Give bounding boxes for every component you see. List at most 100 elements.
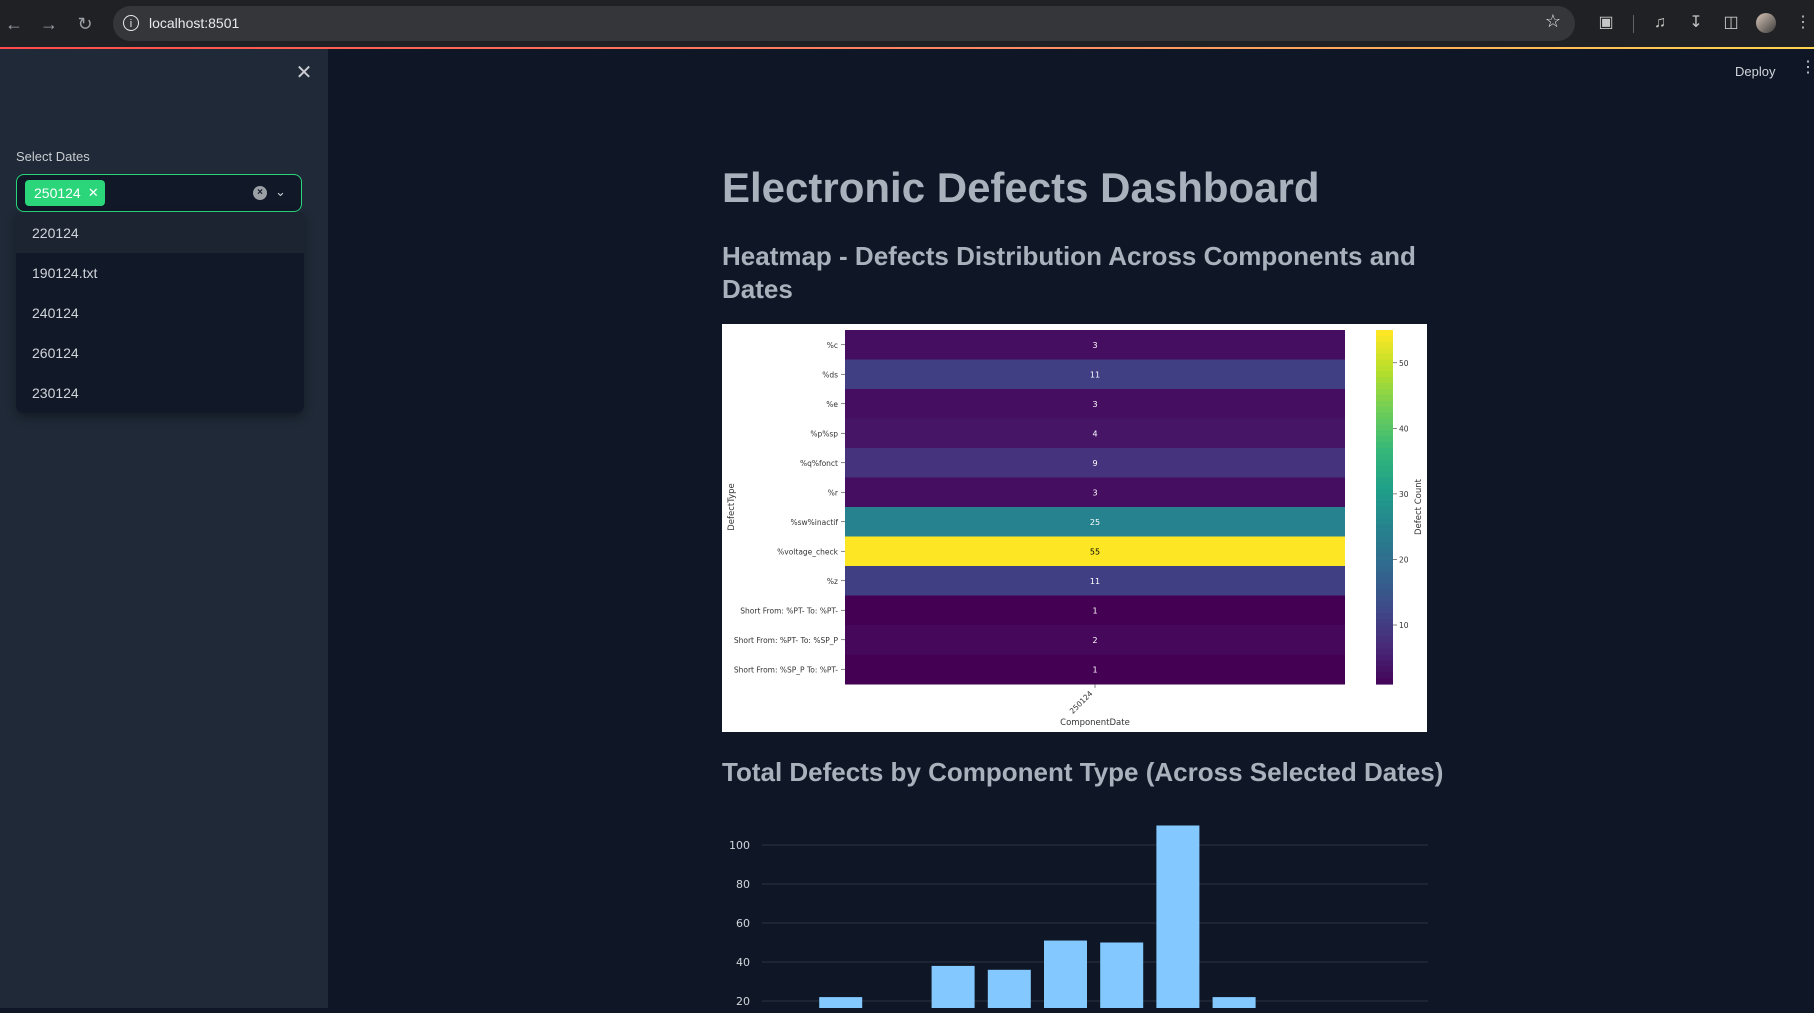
colorbar-segment	[1376, 530, 1393, 538]
colorbar-segment	[1376, 607, 1393, 614]
heatmap-cell-label: 2	[1092, 636, 1097, 645]
heatmap-cell-label: 11	[1090, 370, 1100, 379]
heatmap-row-label: %z	[827, 577, 838, 586]
colorbar-segment	[1376, 654, 1393, 661]
deploy-button[interactable]: Deploy	[1735, 64, 1775, 79]
colorbar-segment	[1376, 518, 1393, 526]
colorbar-segment	[1376, 442, 1393, 449]
dropdown-option[interactable]: 260124	[16, 333, 304, 373]
selected-date-chip[interactable]: 250124 ✕	[25, 180, 105, 206]
colorbar	[1376, 330, 1393, 685]
heatmap-row-label: %p%sp	[810, 429, 838, 438]
colorbar-segment	[1376, 471, 1393, 479]
colorbar-segment	[1376, 465, 1393, 473]
heatmap-row-label: Short From: %PT- To: %PT-	[740, 606, 838, 615]
colorbar-segment	[1376, 660, 1393, 667]
main-menu-icon[interactable]: ⋮	[1800, 60, 1814, 76]
colorbar-segment	[1376, 566, 1393, 573]
heatmap-cell-label: 3	[1092, 400, 1097, 409]
heatmap-cell-label: 3	[1092, 488, 1097, 497]
heatmap-row-label: %c	[827, 341, 838, 350]
chevron-down-icon[interactable]: ⌄	[275, 184, 286, 200]
colorbar-segment	[1376, 353, 1393, 361]
colorbar-segment	[1376, 389, 1393, 396]
colorbar-segment	[1376, 436, 1393, 443]
colorbar-segment	[1376, 383, 1393, 390]
colorbar-segment	[1376, 630, 1393, 638]
dropdown-option[interactable]: 240124	[16, 293, 304, 333]
colorbar-tick-label: 10	[1399, 621, 1409, 630]
heatmap-row-label: %ds	[822, 370, 838, 379]
forward-icon[interactable]: →	[37, 12, 61, 36]
colorbar-segment	[1376, 377, 1393, 384]
colorbar-segment	[1376, 625, 1393, 632]
bar-chart-title: Total Defects by Component Type (Across …	[722, 757, 1444, 787]
dropdown-option[interactable]: 190124.txt	[16, 253, 304, 293]
colorbar-segment	[1376, 335, 1393, 343]
bar-chart: 20 40 60 80 100	[722, 800, 1428, 1013]
bar-y-tick-label: 20	[736, 995, 750, 1008]
heatmap-cell-label: 11	[1090, 577, 1100, 586]
bar-y-tick-label: 80	[736, 878, 750, 891]
bookmark-star-icon[interactable]: ☆	[1545, 11, 1561, 32]
colorbar-segment	[1376, 347, 1393, 355]
chip-remove-icon[interactable]: ✕	[88, 180, 99, 206]
dropdown-option[interactable]: 220124	[16, 213, 304, 253]
bar-y-tick-label: 100	[729, 839, 750, 852]
colorbar-segment	[1376, 583, 1393, 591]
colorbar-tick-label: 40	[1399, 424, 1409, 433]
browser-menu-icon[interactable]: ⋮	[1792, 12, 1814, 34]
colorbar-segment	[1376, 524, 1393, 532]
bar	[1100, 942, 1144, 1013]
heatmap-ylabel: DefectType	[727, 483, 737, 531]
heatmap-row-label: %voltage_check	[777, 547, 839, 556]
colorbar-segment	[1376, 394, 1393, 402]
colorbar-segment	[1376, 619, 1393, 626]
colorbar-segment	[1376, 424, 1393, 431]
dropdown-option[interactable]: 230124	[16, 373, 304, 413]
colorbar-segment	[1376, 672, 1393, 679]
colorbar-tick-label: 20	[1399, 555, 1409, 564]
heatmap-cell-label: 1	[1092, 665, 1097, 674]
page-title: Electronic Defects Dashboard	[722, 164, 1320, 211]
colorbar-segment	[1376, 483, 1393, 490]
colorbar-segment	[1376, 577, 1393, 585]
bar	[987, 969, 1031, 1013]
colorbar-segment	[1376, 365, 1393, 372]
bar	[1156, 825, 1200, 1013]
colorbar-segment	[1376, 589, 1393, 597]
url-text[interactable]: localhost:8501	[149, 15, 239, 31]
bar-y-tick-label: 60	[736, 917, 750, 930]
dates-multiselect[interactable]: 250124 ✕ × ⌄	[16, 174, 302, 212]
colorbar-segment	[1376, 542, 1393, 549]
bar	[1044, 940, 1087, 1013]
colorbar-segment	[1376, 601, 1393, 608]
heatmap-svg: 3%c11%ds3%e4%p%sp9%q%fonct3%r25%sw%inact…	[727, 330, 1424, 728]
heatmap-cell-label: 4	[1092, 429, 1097, 438]
heatmap-chart: 3 %c 11 %ds 3 %e 4 %p%sp 9 %q%fonct 3 %r 25 %sw%inact…	[722, 324, 1427, 732]
colorbar-segment	[1376, 554, 1393, 561]
colorbar-segment	[1376, 666, 1393, 673]
heatmap-cell-label: 3	[1092, 341, 1097, 350]
extensions-icon[interactable]: ▣	[1595, 12, 1617, 34]
colorbar-segment	[1376, 512, 1393, 520]
media-control-icon[interactable]: ♫	[1649, 12, 1671, 34]
colorbar-segment	[1376, 448, 1393, 455]
colorbar-segment	[1376, 477, 1393, 484]
bar-chart-svg: 20 40 60 80 100	[729, 825, 1428, 1013]
back-icon[interactable]: ←	[2, 12, 26, 36]
heatmap-row-label: %q%fonct	[800, 459, 838, 468]
reload-icon[interactable]: ↻	[73, 12, 97, 36]
colorbar-segment	[1376, 507, 1393, 514]
colorbar-segment	[1376, 400, 1393, 408]
heatmap-row-label: %e	[826, 400, 838, 409]
download-icon[interactable]: ↧	[1685, 12, 1707, 34]
side-panel-icon[interactable]: ◫	[1720, 12, 1742, 34]
bar-y-tick-label: 40	[736, 956, 750, 969]
address-bar[interactable]: i localhost:8501 ☆	[113, 6, 1575, 41]
profile-avatar[interactable]	[1756, 13, 1776, 33]
clear-all-icon[interactable]: ×	[253, 186, 267, 200]
sidebar: ✕ Select Dates 250124 ✕ × ⌄ 220124 19012…	[0, 49, 328, 1008]
site-info-icon[interactable]: i	[123, 15, 139, 31]
close-icon[interactable]: ✕	[292, 61, 316, 85]
